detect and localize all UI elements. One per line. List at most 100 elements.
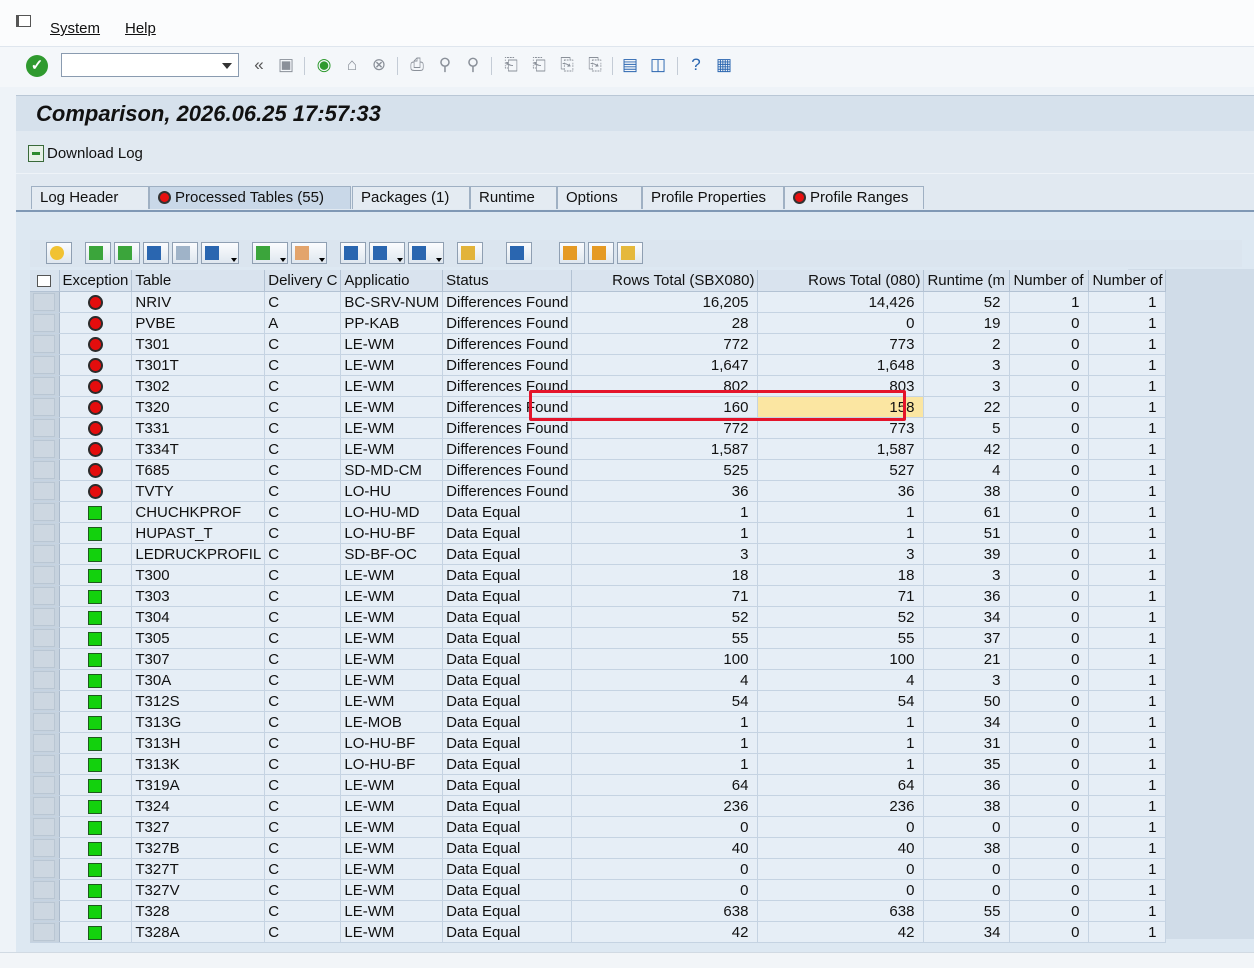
row-selector[interactable]	[30, 333, 60, 355]
find-button[interactable]	[143, 242, 169, 264]
cell-runtime[interactable]: 4	[923, 459, 1011, 481]
cell-rows-080[interactable]: 36	[757, 480, 925, 502]
row-selector[interactable]	[30, 816, 60, 838]
cell-rows-080[interactable]: 3	[757, 543, 925, 565]
cell-runtime[interactable]: 35	[923, 753, 1011, 775]
table-row[interactable]: TVTY C LO-HU Differences Found 36 36 38 0 1	[30, 480, 1167, 502]
cell-app[interactable]: LE-WM	[340, 354, 444, 376]
cell-status[interactable]: Data Equal	[442, 690, 573, 712]
cell-num1[interactable]: 0	[1009, 501, 1090, 523]
cell-rows-sbx[interactable]: 16,205	[571, 291, 759, 313]
cell-table[interactable]: T313K	[131, 753, 266, 775]
table-row[interactable]: T300 C LE-WM Data Equal 18 18 3 0 1	[30, 564, 1167, 586]
cell-rows-080[interactable]: 14,426	[757, 291, 925, 313]
cell-rows-sbx[interactable]: 638	[571, 900, 759, 922]
customize-layout-icon[interactable]: ▦	[714, 55, 734, 75]
download-log-button[interactable]: Download Log	[28, 142, 143, 164]
table-row[interactable]: CHUCHKPROF C LO-HU-MD Data Equal 1 1 61 0 1	[30, 501, 1167, 523]
cell-num1[interactable]: 0	[1009, 816, 1090, 838]
cell-rows-sbx[interactable]: 18	[571, 564, 759, 586]
cell-num2[interactable]: 1	[1088, 417, 1167, 439]
cell-rows-080[interactable]: 0	[757, 312, 925, 334]
cell-table[interactable]: T305	[131, 627, 266, 649]
cell-status[interactable]: Differences Found	[442, 438, 573, 460]
cell-runtime[interactable]: 34	[923, 711, 1011, 733]
cell-table[interactable]: T319A	[131, 774, 266, 796]
information-button[interactable]	[506, 242, 532, 264]
row-selector[interactable]	[30, 774, 60, 796]
cell-rows-080[interactable]: 1	[757, 753, 925, 775]
cell-table[interactable]: T328A	[131, 921, 266, 943]
cell-table[interactable]: T313H	[131, 732, 266, 754]
cell-num1[interactable]: 0	[1009, 438, 1090, 460]
cell-num2[interactable]: 1	[1088, 711, 1167, 733]
table-row[interactable]: T313G C LE-MOB Data Equal 1 1 34 0 1	[30, 711, 1167, 733]
cell-rows-080[interactable]: 55	[757, 627, 925, 649]
export-button[interactable]	[408, 242, 444, 264]
cell-num2[interactable]: 1	[1088, 627, 1167, 649]
table-row[interactable]: T327T C LE-WM Data Equal 0 0 0 0 1	[30, 858, 1167, 880]
table-row[interactable]: T303 C LE-WM Data Equal 71 71 36 0 1	[30, 585, 1167, 607]
cell-runtime[interactable]: 42	[923, 438, 1011, 460]
cell-delivery[interactable]: C	[264, 543, 342, 565]
cell-rows-080[interactable]: 1	[757, 522, 925, 544]
cell-num1[interactable]: 0	[1009, 690, 1090, 712]
cell-app[interactable]: LE-WM	[340, 375, 444, 397]
cell-delivery[interactable]: C	[264, 753, 342, 775]
cell-table[interactable]: HUPAST_T	[131, 522, 266, 544]
cell-runtime[interactable]: 34	[923, 921, 1011, 943]
table-row[interactable]: T327B C LE-WM Data Equal 40 40 38 0 1	[30, 837, 1167, 859]
cell-num1[interactable]: 0	[1009, 837, 1090, 859]
table-row[interactable]: T305 C LE-WM Data Equal 55 55 37 0 1	[30, 627, 1167, 649]
cell-status[interactable]: Data Equal	[442, 669, 573, 691]
cell-num1[interactable]: 0	[1009, 459, 1090, 481]
row-selector[interactable]	[30, 291, 60, 313]
print-preview-button[interactable]	[340, 242, 366, 264]
cell-num2[interactable]: 1	[1088, 312, 1167, 334]
cell-app[interactable]: LE-WM	[340, 627, 444, 649]
cell-delivery[interactable]: C	[264, 522, 342, 544]
menu-window-icon[interactable]	[16, 15, 31, 27]
column-header[interactable]: Status	[442, 270, 573, 292]
cell-num2[interactable]: 1	[1088, 606, 1167, 628]
cell-num2[interactable]: 1	[1088, 837, 1167, 859]
row-selector[interactable]	[30, 921, 60, 943]
cell-delivery[interactable]: C	[264, 459, 342, 481]
cell-table[interactable]: T327	[131, 816, 266, 838]
cell-rows-080[interactable]: 52	[757, 606, 925, 628]
cell-num1[interactable]: 0	[1009, 732, 1090, 754]
cell-num2[interactable]: 1	[1088, 459, 1167, 481]
cell-status[interactable]: Data Equal	[442, 522, 573, 544]
table-row[interactable]: T327 C LE-WM Data Equal 0 0 0 0 1	[30, 816, 1167, 838]
cell-num1[interactable]: 0	[1009, 333, 1090, 355]
cell-rows-080[interactable]: 1	[757, 732, 925, 754]
cell-runtime[interactable]: 31	[923, 732, 1011, 754]
cell-table[interactable]: T313G	[131, 711, 266, 733]
cell-app[interactable]: LE-WM	[340, 606, 444, 628]
table-row[interactable]: T312S C LE-WM Data Equal 54 54 50 0 1	[30, 690, 1167, 712]
cell-table[interactable]: T327V	[131, 879, 266, 901]
cell-status[interactable]: Data Equal	[442, 585, 573, 607]
layout-button[interactable]	[457, 242, 483, 264]
exit-icon[interactable]: ⌂	[342, 55, 362, 75]
cell-app[interactable]: LO-HU	[340, 480, 444, 502]
cell-rows-sbx[interactable]: 28	[571, 312, 759, 334]
table-row[interactable]: T313K C LO-HU-BF Data Equal 1 1 35 0 1	[30, 753, 1167, 775]
cell-runtime[interactable]: 36	[923, 774, 1011, 796]
cell-table[interactable]: T320	[131, 396, 266, 418]
cell-num2[interactable]: 1	[1088, 501, 1167, 523]
views-button[interactable]	[369, 242, 405, 264]
cell-num2[interactable]: 1	[1088, 291, 1167, 313]
cell-app[interactable]: LE-WM	[340, 816, 444, 838]
cell-num1[interactable]: 0	[1009, 480, 1090, 502]
cell-num2[interactable]: 1	[1088, 522, 1167, 544]
cell-delivery[interactable]: C	[264, 438, 342, 460]
menu-system[interactable]: System	[50, 20, 100, 37]
cell-rows-080[interactable]: 1	[757, 501, 925, 523]
cell-runtime[interactable]: 51	[923, 522, 1011, 544]
cell-num1[interactable]: 0	[1009, 627, 1090, 649]
cell-table[interactable]: T327T	[131, 858, 266, 880]
cell-num2[interactable]: 1	[1088, 648, 1167, 670]
row-selector[interactable]	[30, 879, 60, 901]
cell-status[interactable]: Data Equal	[442, 606, 573, 628]
